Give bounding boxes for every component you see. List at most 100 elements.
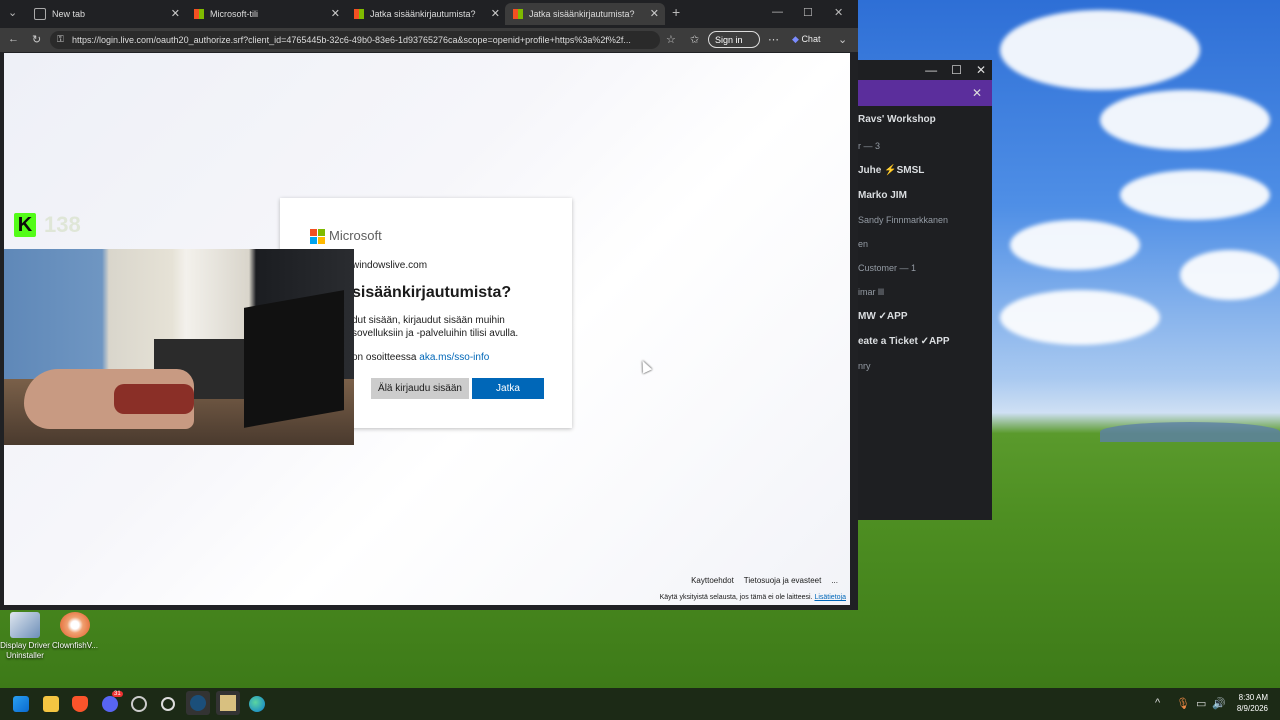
newtab-icon (34, 8, 46, 20)
member-list-item[interactable]: Sandy Finnmarkkanen (858, 205, 992, 229)
clock-date: 8/9/2026 (1236, 704, 1268, 713)
more-menu-icon[interactable]: ⋯ (768, 33, 779, 46)
member-list: r — 3 Juhe ⚡SMSL Marko JIM Sandy Finnmarkka… (858, 133, 992, 375)
learn-more-link[interactable]: Lisätietoja (814, 594, 846, 601)
taskbar: 31 ^ 🎙 ▭ 🔊 8:30 AM 8/9/2026 (0, 688, 1280, 720)
microsoft-logo: Microsoft (310, 228, 382, 244)
tab-list-chevron-icon[interactable]: ⌄ (8, 6, 17, 19)
cloud (1120, 170, 1270, 220)
signin-label: Sign in (715, 35, 743, 45)
account-email: windowslive.com (352, 260, 428, 271)
webcam-shirt (114, 384, 194, 414)
tab-new-tab[interactable]: New tab ✕ (26, 3, 186, 25)
minimize-icon[interactable]: — (772, 6, 783, 18)
steam-icon-active[interactable] (186, 691, 210, 715)
close-window-icon[interactable]: ✕ (834, 6, 843, 19)
description-text: dut sisään, kirjaudut sisään muihin sove… (352, 315, 519, 339)
cloud (1000, 10, 1200, 90)
network-icon[interactable]: ▭ (1196, 697, 1206, 710)
new-tab-plus-icon[interactable]: + (672, 4, 680, 20)
kick-viewer-counter: K 138 (14, 212, 81, 238)
microsoft-favicon-icon (513, 9, 523, 19)
cloud (1100, 90, 1270, 150)
discord-icon[interactable]: 31 (102, 691, 123, 712)
close-tab-icon[interactable]: ✕ (171, 7, 180, 20)
page-title: sisäänkirjautumista? (352, 284, 512, 301)
microsoft-favicon-icon (354, 9, 364, 19)
browser-window: ⌄ New tab ✕ Microsoft-tili ✕ Jatka sisää… (0, 0, 858, 610)
show-hidden-icons-chevron-icon[interactable]: ^ (1155, 697, 1160, 709)
favorites-icon[interactable]: ✩ (690, 33, 699, 46)
microphone-icon[interactable]: 🎙 (1176, 697, 1190, 710)
close-tab-icon[interactable]: ✕ (491, 7, 500, 20)
tab-bar: ⌄ New tab ✕ Microsoft-tili ✕ Jatka sisää… (0, 0, 858, 28)
discord-window[interactable]: — ☐ ✕ ✕ Ravs' Workshop r — 3 Juhe ⚡SMSL Ma… (858, 60, 992, 520)
footer-note: Käytä yksityistä selausta, jos tämä ei o… (660, 594, 846, 601)
member-list-item[interactable]: Juhe ⚡SMSL (858, 155, 992, 180)
microsoft-favicon-icon (194, 9, 204, 19)
discord-titlebar: — ☐ ✕ (858, 60, 992, 80)
file-explorer-icon[interactable] (43, 696, 59, 712)
settings-gear-icon[interactable] (161, 697, 175, 711)
terms-link[interactable]: Kayttoehdot (691, 576, 734, 585)
refresh-icon[interactable]: ↻ (32, 33, 41, 46)
brand-name: Microsoft (329, 228, 382, 243)
info-prefix: on osoitteessa (352, 352, 417, 363)
maximize-icon[interactable]: ☐ (803, 6, 813, 19)
mouse-cursor-icon (637, 358, 653, 374)
webcam-overlay (4, 249, 354, 445)
copilot-chat-button[interactable]: ◆ Chat (792, 34, 820, 45)
url-text: https://login.live.com/oauth20_authorize… (72, 35, 631, 45)
back-arrow-icon[interactable]: ← (8, 33, 19, 45)
chat-label: Chat (801, 34, 821, 44)
profile-signin-button[interactable]: Sign in (708, 31, 760, 48)
privacy-link[interactable]: Tietosuoja ja evasteet (744, 576, 822, 585)
streaming-app-icon (220, 695, 236, 711)
github-icon[interactable] (131, 696, 147, 712)
continue-button[interactable]: Jatka (472, 378, 544, 399)
member-list-item[interactable]: eate a Ticket ✓APP (858, 326, 992, 351)
clock-time: 8:30 AM (1238, 693, 1268, 702)
dont-sign-in-button[interactable]: Älä kirjaudu sisään (371, 378, 469, 399)
close-icon[interactable]: ✕ (972, 86, 982, 100)
kick-logo-icon: K (14, 213, 36, 237)
tab-continue-signin[interactable]: Jatka sisäänkirjautumista? ✕ (346, 3, 506, 25)
more-options-icon[interactable]: ... (831, 576, 838, 585)
webcam-monitor (244, 290, 344, 428)
site-info-icon[interactable]: ⚿ (57, 34, 64, 45)
member-list-item[interactable]: r — 3 (858, 133, 992, 155)
cloud (1000, 290, 1160, 345)
tab-continue-signin-active[interactable]: Jatka sisäänkirjautumista? ✕ (505, 3, 665, 25)
close-icon[interactable]: ✕ (976, 63, 986, 77)
desktop-icon-clownfish[interactable]: ClownfishV... (44, 612, 106, 651)
brave-browser-icon[interactable] (72, 696, 88, 712)
private-browsing-note: Käytä yksityistä selausta, jos tämä ei o… (659, 594, 813, 601)
discord-badge: 31 (112, 691, 123, 697)
tab-title: Jatka sisäänkirjautumista? (370, 9, 476, 19)
streaming-app-active[interactable] (216, 691, 240, 715)
close-tab-icon[interactable]: ✕ (331, 7, 340, 20)
close-tab-icon[interactable]: ✕ (650, 7, 659, 20)
member-list-item[interactable]: MW ✓APP (858, 301, 992, 326)
member-list-item[interactable]: Customer — 1 (858, 253, 992, 277)
tab-microsoft-account[interactable]: Microsoft-tili ✕ (186, 3, 346, 25)
maximize-icon[interactable]: ☐ (951, 63, 962, 77)
system-clock[interactable]: 8:30 AM 8/9/2026 (1237, 692, 1268, 714)
edge-browser-icon[interactable] (249, 696, 265, 712)
sidebar-chevron-icon[interactable]: ⌄ (838, 33, 847, 46)
volume-icon[interactable]: 🔊 (1212, 697, 1226, 710)
windows-start-icon[interactable] (13, 696, 29, 712)
desktop-icon-label: ClownfishV... (52, 641, 98, 650)
member-list-item[interactable]: nry (858, 351, 992, 375)
member-list-item[interactable]: imar lll (858, 277, 992, 301)
minimize-icon[interactable]: — (925, 63, 937, 77)
desktop-icon-label: Display Driver Uninstaller (0, 641, 50, 660)
address-bar[interactable]: https://login.live.com/oauth20_authorize… (50, 31, 660, 49)
member-list-item[interactable]: Marko JIM (858, 180, 992, 205)
sso-info-link[interactable]: aka.ms/sso-info (419, 352, 489, 363)
member-list-item[interactable]: en (858, 229, 992, 253)
tab-title: Microsoft-tili (210, 9, 259, 19)
server-name[interactable]: Ravs' Workshop (858, 106, 992, 133)
browser-toolbar: ← ↻ https://login.live.com/oauth20_autho… (0, 28, 858, 52)
favorite-star-icon[interactable]: ☆ (666, 33, 676, 46)
